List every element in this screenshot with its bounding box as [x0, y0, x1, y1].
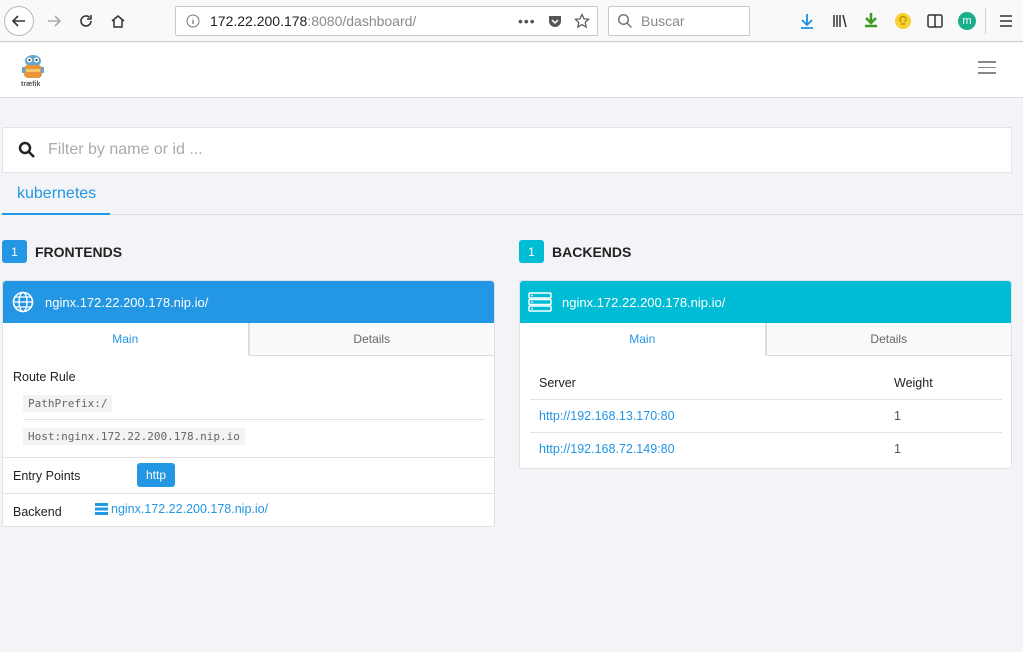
row-divider — [3, 493, 494, 494]
server-icon — [528, 290, 552, 314]
browser-toolbar: 172.22.200.178:8080/dashboard/ ••• Busca… — [0, 0, 1023, 42]
backend-link-text: nginx.172.22.200.178.nip.io/ — [111, 502, 269, 516]
backend-subtabs: Main Details — [520, 323, 1011, 356]
backends-title: BACKENDS — [552, 243, 632, 260]
route-rule-label: Route Rule — [13, 370, 76, 384]
arrow-right-icon — [48, 15, 62, 27]
forward-button[interactable] — [39, 6, 69, 36]
backend-tab-main[interactable]: Main — [520, 323, 766, 356]
server-url-link[interactable]: http://192.168.13.170:80 — [539, 409, 675, 423]
server-weight: 1 — [894, 409, 901, 423]
library-icon[interactable] — [829, 10, 851, 32]
frontend-card-header: nginx.172.22.200.178.nip.io/ — [3, 281, 494, 323]
frontend-tab-main[interactable]: Main — [3, 323, 249, 356]
tab-kubernetes[interactable]: kubernetes — [2, 175, 110, 215]
provider-tabs: kubernetes — [0, 175, 1023, 215]
backend-link[interactable]: nginx.172.22.200.178.nip.io/ — [95, 502, 268, 516]
reload-button[interactable] — [71, 6, 101, 36]
backend-card: nginx.172.22.200.178.nip.io/ Main Detail… — [519, 280, 1012, 469]
pocket-icon[interactable] — [547, 13, 563, 29]
server-weight: 1 — [894, 442, 901, 456]
url-host: 172.22.200.178 — [210, 13, 308, 29]
weight-column-header: Weight — [894, 376, 933, 390]
hamburger-line — [978, 72, 996, 74]
more-actions-icon[interactable]: ••• — [518, 13, 536, 29]
search-icon — [617, 13, 633, 29]
hamburger-line — [978, 61, 996, 63]
traefik-logo[interactable]: træfik — [18, 51, 50, 91]
avatar-letter: m — [958, 12, 976, 30]
download-helper-icon[interactable] — [860, 10, 882, 32]
table-divider — [530, 399, 1002, 400]
arrow-left-icon — [11, 15, 25, 27]
frontends-title: FRONTENDS — [35, 243, 123, 260]
lightbulb-icon[interactable] — [892, 10, 914, 32]
menu-toggle-button[interactable] — [978, 61, 996, 75]
bookmark-star-icon[interactable] — [574, 13, 590, 29]
reload-icon — [80, 15, 92, 27]
info-icon[interactable] — [186, 14, 200, 28]
server-column-header: Server — [539, 376, 576, 390]
route-rule-path: PathPrefix:/ — [23, 395, 113, 412]
browser-menu-icon[interactable] — [995, 10, 1017, 32]
downloads-icon[interactable] — [796, 10, 818, 32]
hamburger-line — [978, 66, 996, 68]
backend-label: Backend — [13, 505, 62, 519]
app-header: træfik — [0, 43, 1023, 98]
home-button[interactable] — [103, 6, 133, 36]
account-avatar[interactable]: m — [956, 10, 978, 32]
url-path: :8080/dashboard/ — [307, 13, 417, 29]
filter-placeholder: Filter by name or id ... — [48, 141, 203, 158]
rule-divider — [23, 419, 485, 420]
search-icon — [18, 141, 35, 158]
logo-text: træfik — [21, 81, 41, 88]
home-icon — [111, 15, 125, 28]
frontend-card: nginx.172.22.200.178.nip.io/ Main Detail… — [2, 280, 495, 527]
reader-view-icon[interactable] — [924, 10, 946, 32]
search-bar[interactable]: Buscar — [608, 6, 750, 36]
row-divider — [3, 457, 494, 458]
search-placeholder: Buscar — [641, 13, 685, 29]
frontends-count-badge: 1 — [2, 240, 27, 263]
backends-header: 1 BACKENDS — [519, 240, 631, 263]
table-divider — [530, 432, 1002, 433]
entry-points-label: Entry Points — [13, 469, 81, 483]
server-icon — [95, 503, 108, 515]
backends-count-badge: 1 — [519, 240, 544, 263]
back-button[interactable] — [4, 6, 34, 36]
frontend-subtabs: Main Details — [3, 323, 494, 356]
address-bar[interactable]: 172.22.200.178:8080/dashboard/ ••• — [175, 6, 598, 36]
server-url-link[interactable]: http://192.168.72.149:80 — [539, 442, 675, 456]
frontends-header: 1 FRONTENDS — [2, 240, 122, 263]
route-rule-host: Host:nginx.172.22.200.178.nip.io — [23, 428, 245, 445]
entry-point-badge[interactable]: http — [137, 463, 176, 487]
globe-icon — [11, 290, 35, 314]
backend-tab-details[interactable]: Details — [765, 323, 1011, 355]
frontend-name: nginx.172.22.200.178.nip.io/ — [45, 294, 209, 310]
backend-name: nginx.172.22.200.178.nip.io/ — [562, 294, 726, 310]
toolbar-divider — [985, 8, 986, 34]
filter-input[interactable]: Filter by name or id ... — [2, 127, 1012, 173]
frontend-tab-details[interactable]: Details — [248, 323, 494, 355]
backend-card-header: nginx.172.22.200.178.nip.io/ — [520, 281, 1011, 323]
